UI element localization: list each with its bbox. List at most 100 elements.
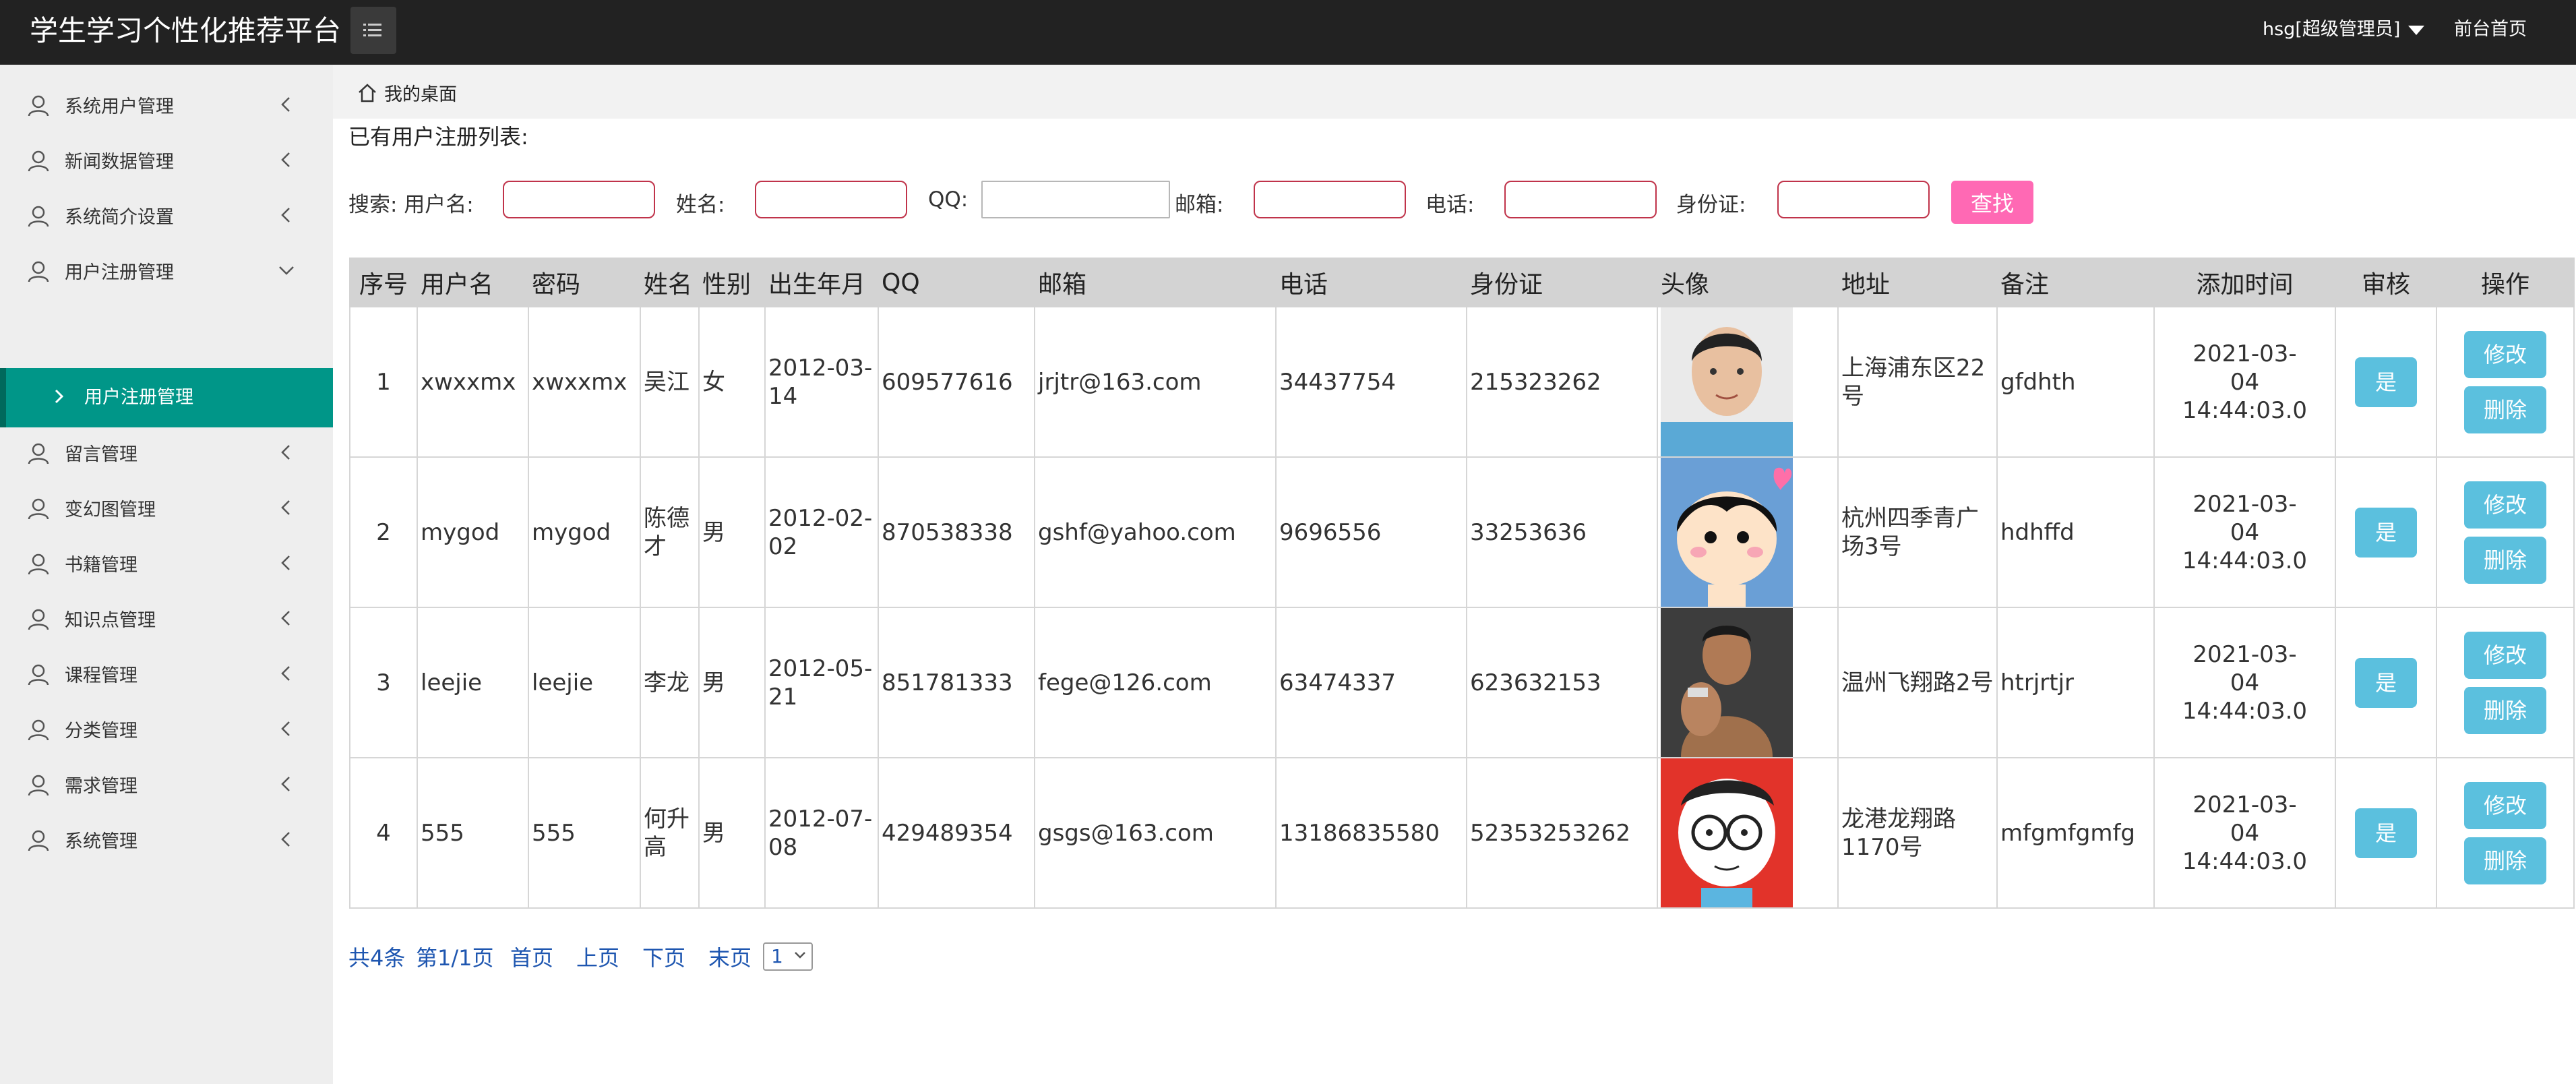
cell-gender: 男 (698, 757, 766, 909)
sidebar-item-1[interactable]: 系统用户管理 (0, 80, 333, 129)
edit-button[interactable]: 修改 (2464, 781, 2546, 829)
user-icon (28, 150, 49, 172)
last-page-link[interactable]: 末页 (708, 941, 752, 972)
cell-actions: 修改 删除 (2436, 607, 2575, 758)
sidebar-item-11[interactable]: 需求管理 (0, 759, 333, 809)
active-indicator (0, 368, 6, 427)
list-icon (363, 24, 381, 36)
cell-audit: 是 (2335, 757, 2437, 909)
table-header-row: 序号 用户名 密码 姓名 性别 出生年月 QQ 邮箱 电话 身份证 头像 地址 备注 添加时间 审核 操作 (349, 258, 2575, 307)
audit-button[interactable]: 是 (2355, 808, 2417, 858)
search-username-label: 搜索: 用户名: (348, 193, 474, 217)
audit-button[interactable]: 是 (2355, 657, 2417, 708)
cell-avatar (1657, 306, 1839, 458)
edit-button[interactable]: 修改 (2464, 631, 2546, 679)
sidebar-item-10[interactable]: 分类管理 (0, 704, 333, 754)
name-search-input[interactable] (755, 181, 907, 218)
cell-password: xwxxmx (528, 306, 641, 458)
cell-avatar (1657, 607, 1839, 758)
column-header: 性别 (698, 258, 766, 307)
cell-username: xwxxmx (417, 306, 529, 458)
cell-phone: 63474337 (1275, 607, 1467, 758)
chevron-left-icon (281, 97, 290, 112)
chevron-left-icon (281, 555, 290, 570)
cell-address: 温州飞翔路2号 (1837, 607, 1998, 758)
sidebar-item-label: 课程管理 (65, 665, 137, 686)
email-label: 邮箱: (1175, 193, 1224, 217)
cell-birth: 2012-02-02 (764, 456, 879, 608)
qq-search-input[interactable] (981, 181, 1170, 218)
sidebar-item-label: 知识点管理 (65, 609, 156, 631)
sidebar-item-7[interactable]: 书籍管理 (0, 538, 333, 588)
user-icon (28, 775, 49, 796)
sidebar-item-8[interactable]: 知识点管理 (0, 593, 333, 643)
user-name: hsg[超级管理员] (2263, 19, 2401, 40)
cell-address: 杭州四季青广场3号 (1837, 456, 1998, 608)
cell-name: 李龙 (640, 607, 700, 758)
column-header: QQ (878, 258, 1035, 307)
user-icon (28, 719, 49, 741)
sidebar-item-2[interactable]: 新闻数据管理 (0, 135, 333, 185)
edit-button[interactable]: 修改 (2464, 481, 2546, 529)
audit-button[interactable]: 是 (2355, 507, 2417, 558)
edit-button[interactable]: 修改 (2464, 330, 2546, 378)
cell-actions: 修改 删除 (2436, 306, 2575, 458)
sidebar-item-6[interactable]: 变幻图管理 (0, 483, 333, 533)
sidebar: 系统用户管理 新闻数据管理 系统简介设置 用户注册管理 留言管理 变幻图管理 书籍管理 知识点… (0, 65, 333, 1084)
menu-toggle-button[interactable] (350, 7, 396, 54)
breadcrumb-home[interactable]: 我的桌面 (357, 80, 457, 106)
sidebar-subitem-user-registration[interactable]: 用户注册管理 (0, 368, 333, 427)
audit-button[interactable]: 是 (2355, 357, 2417, 407)
cell-added: 2021-03-04 14:44:03.0 (2153, 607, 2336, 758)
cell-phone: 34437754 (1275, 306, 1467, 458)
front-home-link[interactable]: 前台首页 (2454, 0, 2527, 65)
user-icon (28, 609, 49, 630)
user-menu[interactable]: hsg[超级管理员] (2263, 0, 2425, 65)
cell-gender: 男 (698, 607, 766, 758)
cell-note: htrjrtjr (1996, 607, 2155, 758)
cell-actions: 修改 删除 (2436, 757, 2575, 909)
cell-note: gfdhth (1996, 306, 2155, 458)
phone-search-input[interactable] (1504, 181, 1657, 218)
cell-name: 吴江 (640, 306, 700, 458)
sidebar-item-5[interactable]: 留言管理 (0, 427, 333, 477)
cell-phone: 13186835580 (1275, 757, 1467, 909)
user-icon (28, 553, 49, 575)
column-header: 操作 (2436, 258, 2575, 307)
column-header: 出生年月 (764, 258, 879, 307)
column-header: 密码 (528, 258, 641, 307)
prev-page-link[interactable]: 上页 (576, 941, 619, 972)
delete-button[interactable]: 删除 (2464, 386, 2546, 433)
sidebar-item-4[interactable]: 用户注册管理 (0, 245, 333, 295)
sidebar-item-12[interactable]: 系统管理 (0, 814, 333, 864)
next-page-link[interactable]: 下页 (642, 941, 685, 972)
sidebar-item-label: 变幻图管理 (65, 499, 156, 520)
sidebar-item-9[interactable]: 课程管理 (0, 649, 333, 698)
cell-username: leejie (417, 607, 529, 758)
cell-gender: 男 (698, 456, 766, 608)
search-bar: 搜索: 用户名: 姓名: QQ: 邮箱: 电话: 身份证: 查找 (348, 179, 2573, 224)
chevron-left-icon (281, 777, 290, 791)
find-button[interactable]: 查找 (1951, 181, 2033, 224)
idcard-search-input[interactable] (1777, 181, 1930, 218)
breadcrumb: 我的桌面 (333, 65, 2576, 119)
first-page-link[interactable]: 首页 (510, 941, 553, 972)
table-row: 2 mygod mygod 陈德才男 2012-02-02 870538338 gshf@y… (349, 456, 2575, 608)
page-select[interactable]: 1 (763, 942, 813, 971)
delete-button[interactable]: 删除 (2464, 536, 2546, 584)
cell-note: mfgmfgmfg (1996, 757, 2155, 909)
username-search-input[interactable] (503, 181, 655, 218)
avatar-cartoon (1661, 758, 1793, 907)
cell-qq: 609577616 (878, 306, 1035, 458)
chevron-left-icon (281, 666, 290, 681)
cell-no: 2 (349, 456, 418, 608)
delete-button[interactable]: 删除 (2464, 837, 2546, 884)
idcard-label: 身份证: (1676, 193, 1746, 217)
name-label: 姓名: (676, 193, 725, 217)
delete-button[interactable]: 删除 (2464, 686, 2546, 734)
table-row: 4 555 555 何升高男 2012-07-08 429489354 gsgs@163.c… (349, 757, 2575, 909)
sidebar-item-3[interactable]: 系统简介设置 (0, 190, 333, 240)
email-search-input[interactable] (1254, 181, 1406, 218)
column-header: 用户名 (417, 258, 529, 307)
cell-birth: 2012-07-08 (764, 757, 879, 909)
